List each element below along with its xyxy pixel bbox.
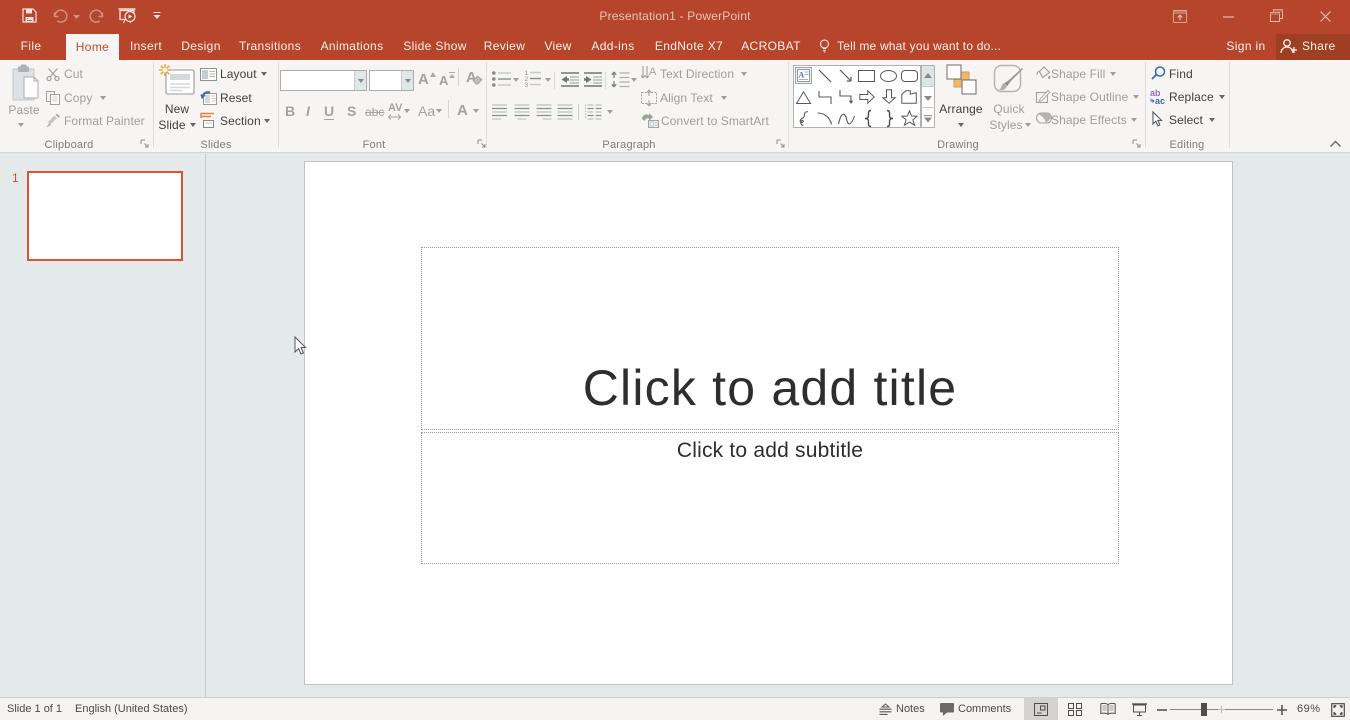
svg-text:3: 3 [525, 82, 529, 89]
svg-text:ac: ac [1155, 96, 1165, 106]
svg-text:A: A [799, 71, 805, 80]
svg-text:A: A [649, 66, 657, 78]
